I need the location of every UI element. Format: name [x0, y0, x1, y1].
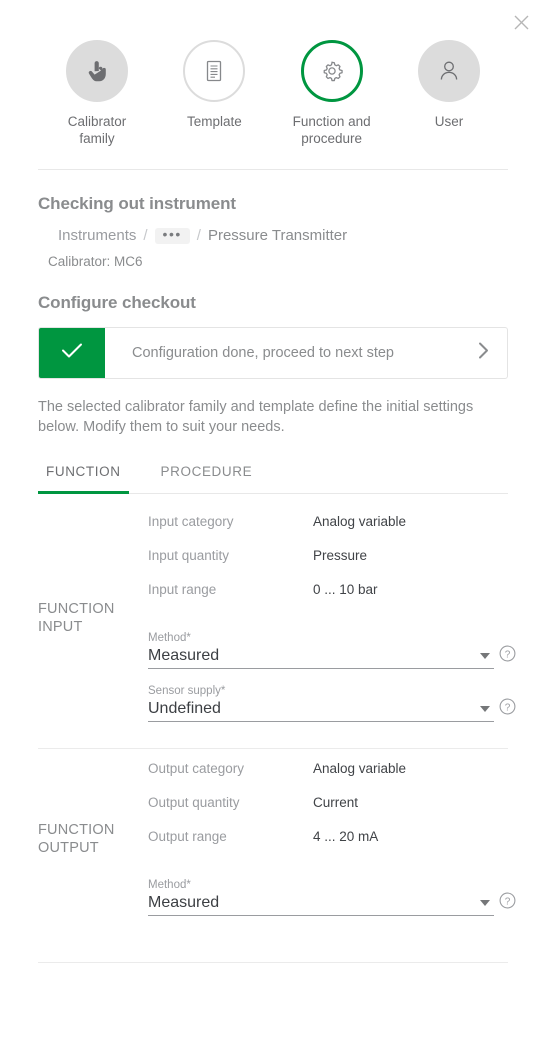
chevron-down-icon[interactable] [480, 706, 490, 712]
step-user-label: User [434, 114, 464, 129]
output-method-label: Method* [148, 879, 191, 891]
step-template-circle [183, 40, 246, 102]
svg-text:?: ? [504, 702, 510, 713]
step-function-and-procedure[interactable]: Function and procedure [287, 40, 377, 147]
output-range-label: Output range [148, 829, 227, 844]
input-method-value[interactable]: Measured [148, 647, 219, 665]
gear-icon [319, 58, 345, 84]
table-row: Input range 0 ... 10 bar [148, 582, 520, 616]
table-row: Output range 4 ... 20 mA [148, 829, 520, 863]
helper-text: The selected calibrator family and templ… [38, 399, 474, 435]
output-method-field[interactable]: Method* Measured ? [148, 863, 520, 916]
step-user-circle [417, 40, 480, 102]
table-row: Input quantity Pressure [148, 548, 520, 582]
breadcrumb-separator-2: / [196, 227, 201, 244]
function-output-title: FUNCTION OUTPUT [38, 821, 115, 856]
output-quantity-label: Output quantity [148, 795, 240, 810]
table-row: Output quantity Current [148, 795, 520, 829]
input-method-help-button[interactable]: ? [494, 645, 520, 669]
help-circle-icon: ? [499, 645, 516, 667]
output-quantity-value: Current [313, 795, 359, 810]
table-row: Input category Analog variable [148, 514, 520, 548]
sensor-supply-field[interactable]: Sensor supply* Undefined ? [148, 669, 520, 722]
input-method-field[interactable]: Method* Measured ? [148, 616, 520, 669]
chevron-down-icon[interactable] [480, 900, 490, 906]
configuration-done-banner[interactable]: Configuration done, proceed to next step [38, 327, 508, 379]
svg-text:?: ? [504, 649, 510, 660]
page-title: Checking out instrument [38, 194, 236, 213]
step-function-and-procedure-circle [300, 40, 363, 102]
step-calibrator-family-circle [66, 40, 128, 102]
step-function-and-procedure-label: Function and procedure [292, 114, 371, 146]
help-circle-icon: ? [499, 698, 516, 720]
step-calibrator-family[interactable]: Calibrator family [52, 40, 142, 147]
breadcrumb-separator: / [143, 227, 148, 244]
input-category-label: Input category [148, 514, 234, 529]
input-category-value: Analog variable [313, 514, 407, 529]
step-template-label: Template [186, 114, 242, 129]
input-range-value: 0 ... 10 bar [313, 582, 378, 597]
svg-text:?: ? [504, 896, 510, 907]
step-template[interactable]: Template [169, 40, 259, 147]
output-range-value: 4 ... 20 mA [313, 829, 379, 844]
bottom-divider [38, 962, 508, 963]
step-calibrator-family-label: Calibrator family [67, 114, 127, 146]
sensor-supply-value[interactable]: Undefined [148, 700, 221, 718]
chevron-down-icon[interactable] [480, 653, 490, 659]
user-icon [437, 58, 461, 84]
sensor-supply-help-button[interactable]: ? [494, 698, 520, 722]
wizard-stepper: Calibrator family Template Function and … [0, 0, 546, 147]
close-button[interactable] [506, 7, 536, 37]
document-icon [203, 58, 225, 84]
output-method-help-button[interactable]: ? [494, 892, 520, 916]
output-category-label: Output category [148, 761, 245, 776]
function-input-title: FUNCTION INPUT [38, 601, 115, 635]
banner-next-arrow[interactable] [459, 328, 507, 378]
configure-checkout-title: Configure checkout [38, 293, 196, 312]
table-row: Output category Analog variable [148, 761, 520, 795]
output-method-value[interactable]: Measured [148, 894, 219, 912]
tab-procedure[interactable]: PROCEDURE [153, 459, 261, 494]
banner-check-box [39, 328, 105, 378]
breadcrumb-more-button[interactable]: ••• [154, 227, 190, 244]
input-quantity-value: Pressure [313, 548, 368, 563]
calibrator-label: Calibrator: MC6 [48, 254, 143, 269]
function-output-section: FUNCTION OUTPUT Output category Analog v… [0, 761, 546, 916]
banner-text: Configuration done, proceed to next step [132, 345, 394, 361]
hand-touch-icon [86, 58, 108, 84]
input-method-label: Method* [148, 632, 191, 644]
step-user[interactable]: User [404, 40, 494, 147]
tab-bar: FUNCTION PROCEDURE [38, 459, 508, 494]
breadcrumb-item-instruments[interactable]: Instruments [58, 227, 136, 244]
checkout-dialog: Calibrator family Template Function and … [0, 0, 546, 1053]
function-input-section: FUNCTION INPUT Input category Analog var… [0, 514, 546, 722]
chevron-right-icon [478, 342, 489, 364]
checkmark-icon [61, 342, 83, 364]
help-circle-icon: ? [499, 892, 516, 914]
input-range-label: Input range [148, 582, 217, 597]
breadcrumb-item-current: Pressure Transmitter [207, 227, 348, 244]
sensor-supply-label: Sensor supply* [148, 685, 226, 697]
output-category-value: Analog variable [313, 761, 407, 776]
tab-function[interactable]: FUNCTION [38, 459, 129, 494]
breadcrumb: Instruments / ••• / Pressure Transmitter [0, 214, 546, 245]
close-icon [514, 15, 529, 30]
input-quantity-label: Input quantity [148, 548, 230, 563]
